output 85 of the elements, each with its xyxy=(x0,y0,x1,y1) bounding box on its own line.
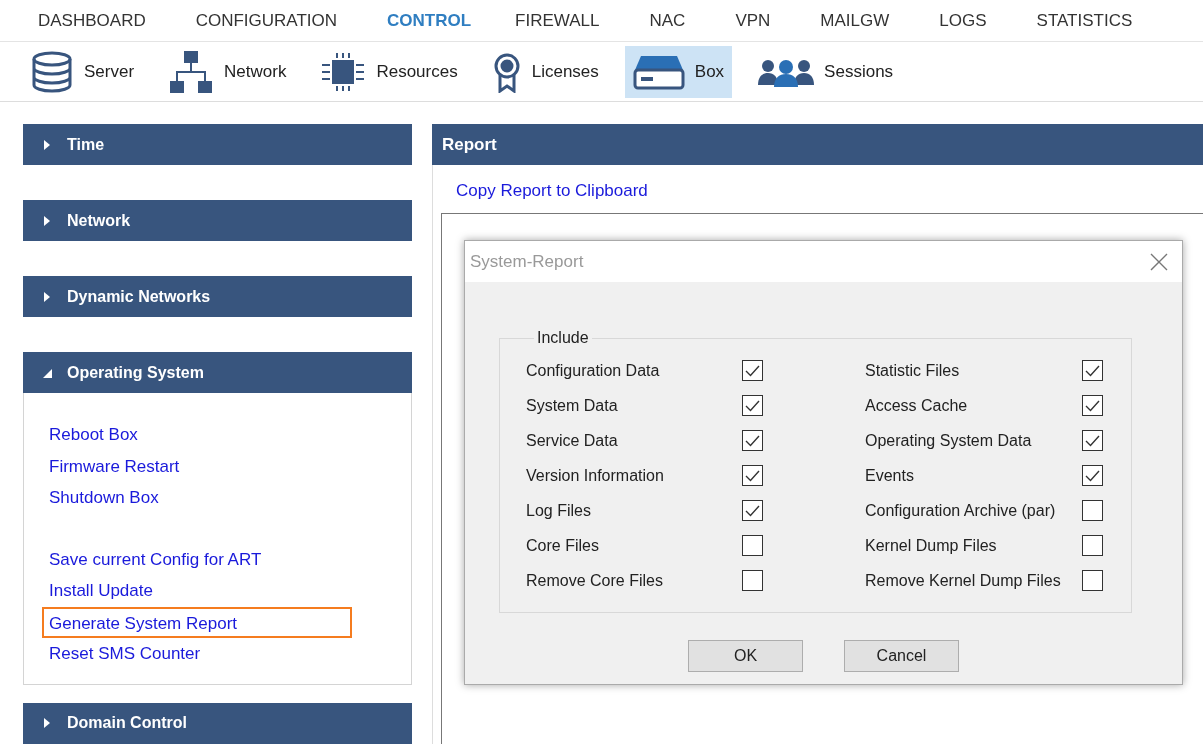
check-icon xyxy=(745,434,760,447)
checkbox[interactable] xyxy=(1082,500,1103,521)
section-title: Time xyxy=(67,135,105,154)
toolbar-label: Sessions xyxy=(824,61,894,82)
sidebar-link[interactable]: Firmware Restart xyxy=(43,450,353,482)
section-header[interactable]: Domain Control xyxy=(23,702,412,744)
chip-icon xyxy=(320,51,367,92)
panel-header: Report xyxy=(432,124,1203,165)
nav-tab[interactable]: CONFIGURATION xyxy=(195,10,338,31)
dialog-title: System-Report xyxy=(470,251,584,272)
option-label: Kernel Dump Files xyxy=(865,536,997,555)
checkbox[interactable] xyxy=(742,395,763,416)
check-icon xyxy=(1085,434,1100,447)
option-label: Core Files xyxy=(526,536,599,555)
toolbar-button[interactable]: Licenses xyxy=(483,45,607,98)
check-icon xyxy=(745,364,760,377)
nav-tab[interactable]: FIREWALL xyxy=(515,10,600,31)
section-header[interactable]: Network xyxy=(23,200,412,241)
option-label: Remove Core Files xyxy=(526,571,663,590)
section-header[interactable]: Operating System xyxy=(23,352,412,393)
network-icon xyxy=(168,48,215,95)
sidebar-link[interactable]: Reset SMS Counter xyxy=(43,638,353,670)
checkbox[interactable] xyxy=(1082,535,1103,556)
sidebar-link[interactable]: Generate System Report xyxy=(42,606,352,638)
dialog-button[interactable]: OK xyxy=(688,640,803,672)
option-label: Configuration Archive (par) xyxy=(865,501,1056,520)
option-label: Version Information xyxy=(526,466,664,485)
check-icon xyxy=(745,399,760,412)
section-title: Domain Control xyxy=(67,714,187,732)
checkbox[interactable] xyxy=(742,500,763,521)
option-label: Remove Kernel Dump Files xyxy=(865,571,1061,590)
nav-tab[interactable]: LOGS xyxy=(939,10,987,31)
toolbar-label: Box xyxy=(694,61,725,82)
checkbox[interactable] xyxy=(1082,570,1103,591)
toolbar-label: Server xyxy=(84,61,135,82)
option-label: Access Cache xyxy=(865,396,968,415)
option-label: Configuration Data xyxy=(526,361,660,380)
checkbox[interactable] xyxy=(1082,395,1103,416)
nav-tab[interactable]: NAC xyxy=(649,10,686,31)
checkbox[interactable] xyxy=(1082,430,1103,451)
nav-tab[interactable]: CONTROL xyxy=(387,10,472,31)
checkbox[interactable] xyxy=(742,570,763,591)
toolbar-button[interactable]: Box xyxy=(624,45,733,98)
check-icon xyxy=(1085,399,1100,412)
sidebar-link[interactable]: Install Update xyxy=(43,575,353,607)
section-title: Dynamic Networks xyxy=(67,287,211,306)
sidebar-link[interactable]: Shutdown Box xyxy=(43,482,353,514)
option-label: Events xyxy=(865,466,914,485)
dialog-button[interactable]: Cancel xyxy=(844,640,959,672)
checkbox[interactable] xyxy=(742,360,763,381)
database-icon xyxy=(30,49,74,94)
nav-tab[interactable]: STATISTICS xyxy=(1036,10,1133,31)
toolbar-button[interactable]: Resources xyxy=(312,45,466,98)
toolbar-label: Network xyxy=(224,61,287,82)
checkbox[interactable] xyxy=(742,465,763,486)
checkbox[interactable] xyxy=(742,535,763,556)
section-header[interactable]: Time xyxy=(23,124,412,165)
toolbar-label: Licenses xyxy=(531,61,599,82)
section-header[interactable]: Dynamic Networks xyxy=(23,276,412,317)
option-label: System Data xyxy=(526,396,618,415)
option-label: Log Files xyxy=(526,501,591,520)
option-label: Statistic Files xyxy=(865,361,960,380)
section-title: Network xyxy=(67,211,131,230)
nav-tab[interactable]: DASHBOARD xyxy=(38,10,146,31)
copy-report-link[interactable]: Copy Report to Clipboard xyxy=(456,181,648,201)
check-icon xyxy=(745,504,760,517)
check-icon xyxy=(1085,364,1100,377)
sidebar-link[interactable]: Reboot Box xyxy=(43,419,353,451)
check-icon xyxy=(745,469,760,482)
nav-tab[interactable]: MAILGW xyxy=(820,10,890,31)
group-label: Include xyxy=(536,329,590,347)
check-icon xyxy=(1085,469,1100,482)
section-title: Operating System xyxy=(67,363,204,382)
toolbar-button[interactable]: Server xyxy=(22,45,143,98)
checkbox[interactable] xyxy=(1082,360,1103,381)
sidebar-link[interactable]: Save current Config for ART xyxy=(43,543,353,575)
toolbar-button[interactable]: Network xyxy=(160,45,295,98)
option-label: Operating System Data xyxy=(865,431,1032,450)
toolbar-label: Resources xyxy=(376,61,458,82)
toolbar-button[interactable]: Sessions xyxy=(750,45,902,98)
option-label: Service Data xyxy=(526,431,618,450)
checkbox[interactable] xyxy=(1082,465,1103,486)
checkbox[interactable] xyxy=(742,430,763,451)
server-box-icon xyxy=(632,53,685,90)
nav-tab[interactable]: VPN xyxy=(735,10,771,31)
